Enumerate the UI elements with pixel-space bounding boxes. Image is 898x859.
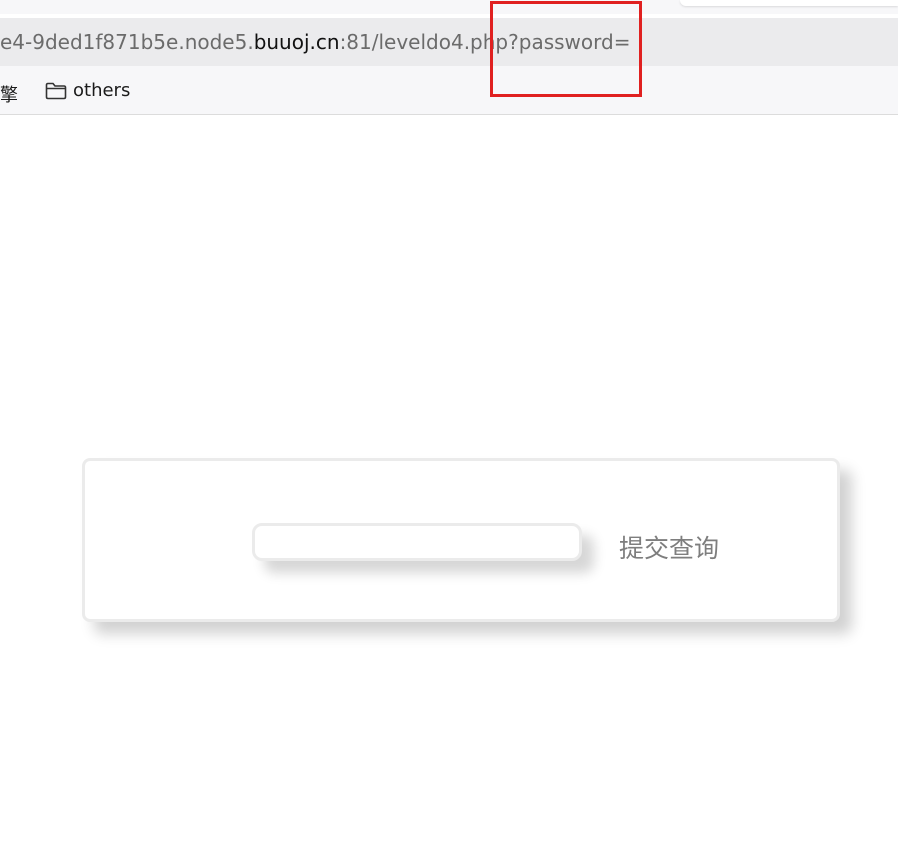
password-input[interactable]	[252, 523, 582, 561]
url-prefix: e4-9ded1f871b5e.node5.	[0, 30, 254, 54]
bookmarks-bar: 擎 others	[0, 66, 898, 115]
url-domain: buuoj.cn	[253, 30, 340, 54]
submit-query-button[interactable]: 提交查询	[619, 529, 719, 565]
password-form: 提交查询	[82, 458, 840, 622]
bookmark-item-cut[interactable]: 擎	[0, 81, 18, 107]
bookmark-folder-others[interactable]: others	[45, 80, 130, 101]
folder-icon	[45, 82, 67, 99]
address-bar[interactable]: e4-9ded1f871b5e.node5.buuoj.cn:81/leveld…	[0, 18, 898, 66]
bookmark-folder-label: others	[73, 80, 131, 101]
tab-fragment[interactable]	[680, 0, 898, 6]
highlight-box	[490, 1, 642, 97]
